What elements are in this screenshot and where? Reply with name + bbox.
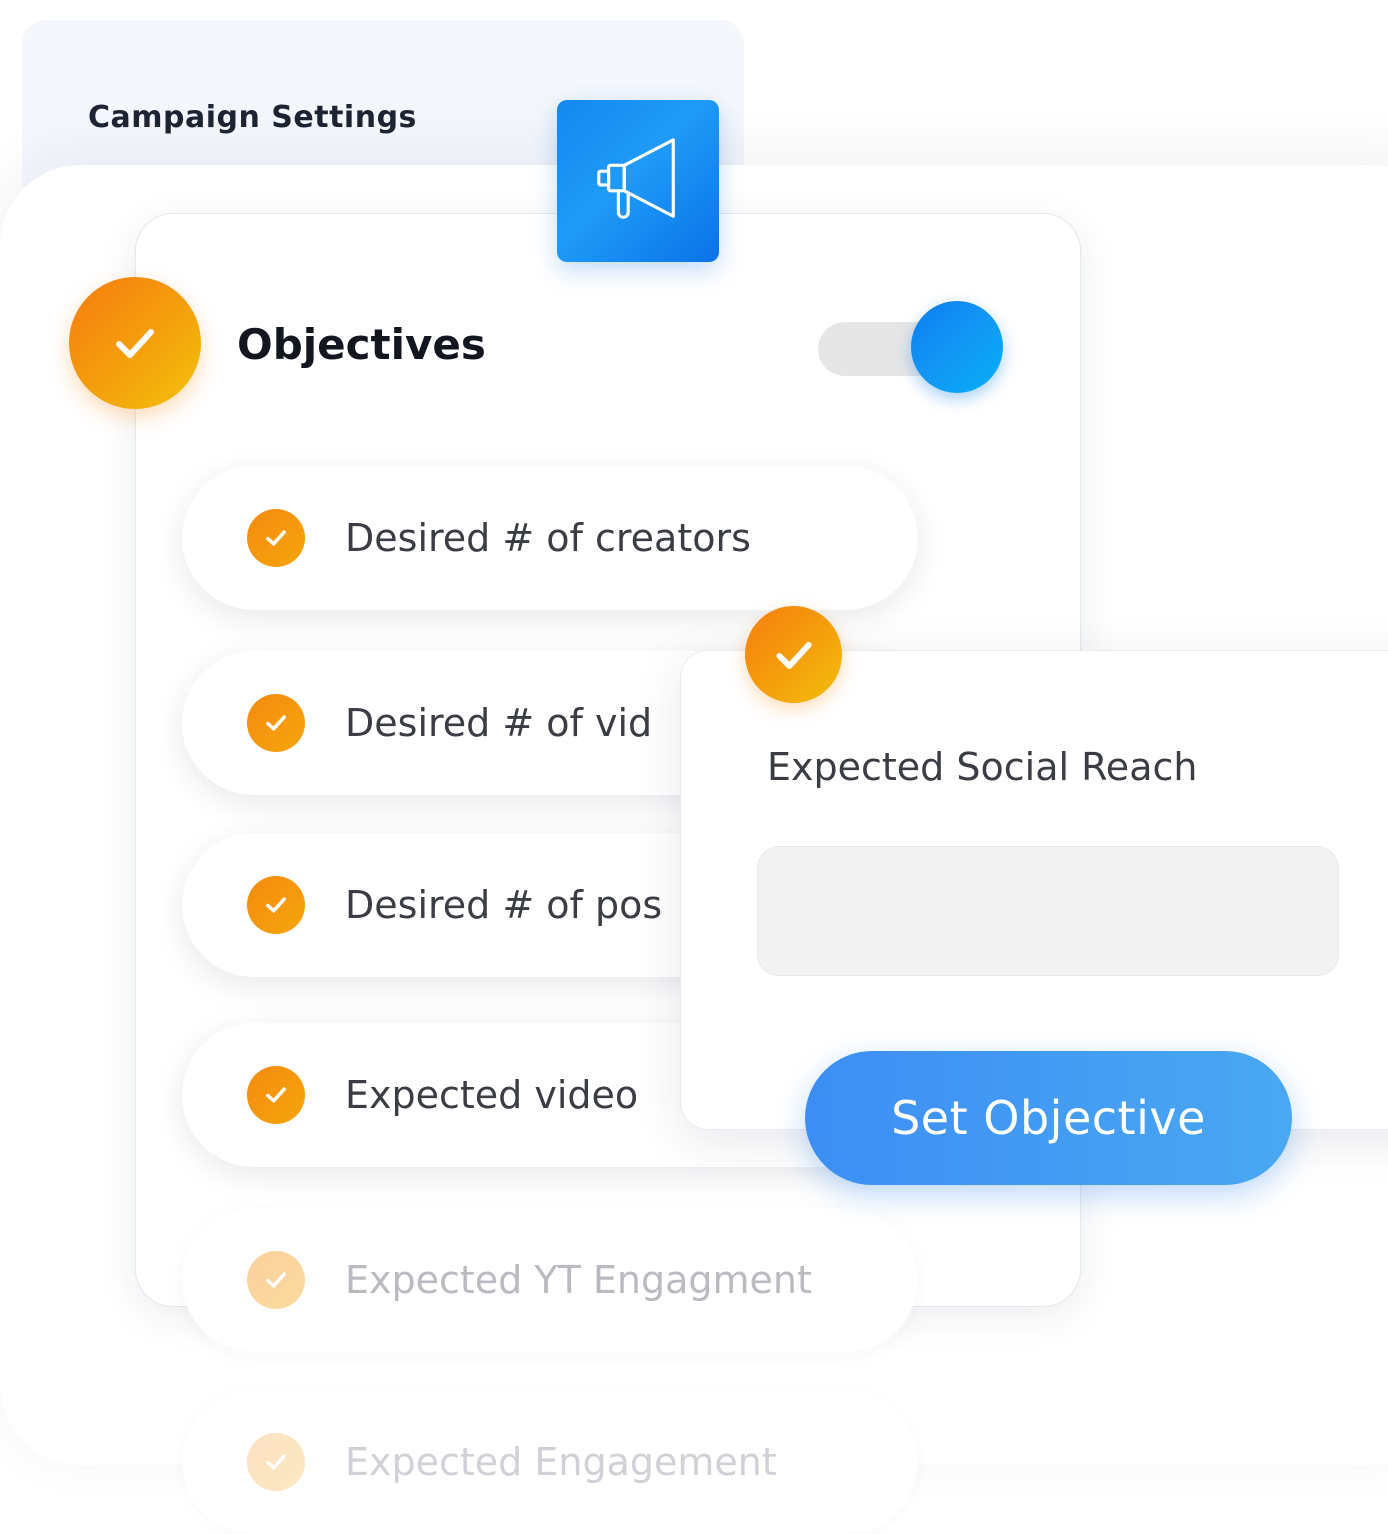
megaphone-icon xyxy=(597,138,675,219)
check-circle-icon xyxy=(247,1433,305,1491)
check-circle-icon xyxy=(247,509,305,567)
objective-label: Desired # of vid xyxy=(345,701,653,745)
social-reach-check-badge xyxy=(745,606,842,703)
objective-label: Expected Engagement xyxy=(345,1440,777,1484)
objective-label: Expected video xyxy=(345,1073,639,1117)
section-title: Objectives xyxy=(237,320,486,369)
check-circle-icon xyxy=(247,1251,305,1309)
social-reach-title: Expected Social Reach xyxy=(767,745,1198,789)
objective-label: Desired # of creators xyxy=(345,516,751,560)
set-objective-button[interactable]: Set Objective xyxy=(805,1051,1292,1185)
campaign-settings-title: Campaign Settings xyxy=(88,100,417,135)
check-circle-icon xyxy=(247,1066,305,1124)
check-icon xyxy=(775,641,812,669)
objective-item-engagement[interactable]: Expected Engagement xyxy=(182,1390,918,1534)
social-reach-input[interactable] xyxy=(757,846,1339,976)
check-circle-icon xyxy=(247,876,305,934)
megaphone-tile xyxy=(557,100,719,262)
check-icon xyxy=(116,329,154,358)
check-circle-icon xyxy=(247,694,305,752)
objectives-check-badge xyxy=(69,277,201,409)
objective-item-creators[interactable]: Desired # of creators xyxy=(182,466,918,610)
objective-label: Expected YT Engagment xyxy=(345,1258,812,1302)
objective-label: Desired # of pos xyxy=(345,883,663,927)
objective-item-yt-engagement[interactable]: Expected YT Engagment xyxy=(182,1208,918,1352)
objectives-toggle-knob[interactable] xyxy=(911,301,1003,393)
